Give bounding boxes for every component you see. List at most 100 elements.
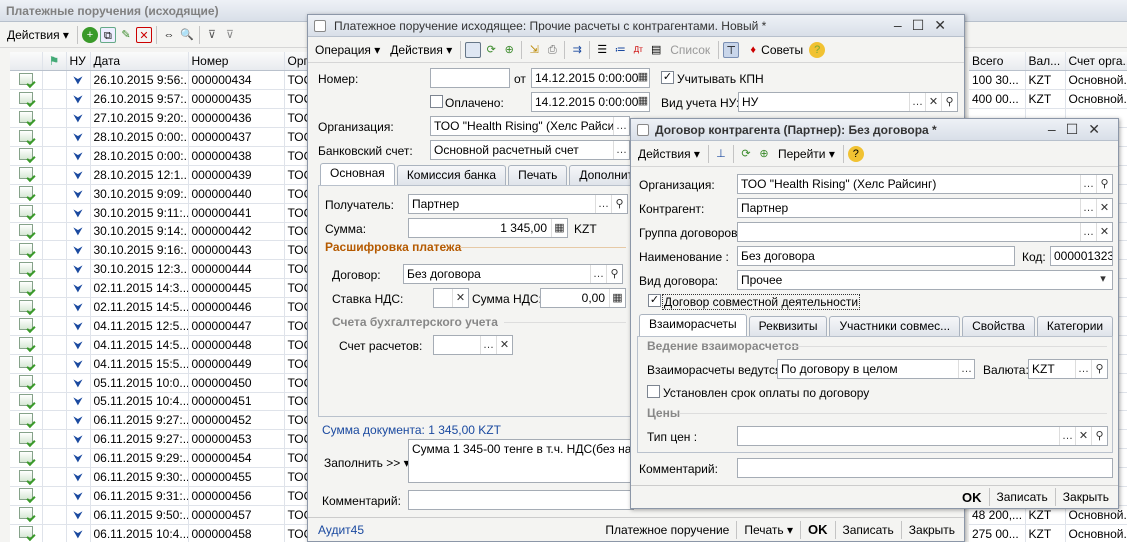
col-nu[interactable]: НУ [66, 52, 91, 72]
document-list[interactable]: ⚑ НУ Дата Номер Орг ⮟ 26.10.2015 9:56:...… [10, 52, 310, 542]
vat-rate-field[interactable]: ✕ [433, 288, 469, 308]
date-field[interactable]: 14.12.2015 0:00:00 [531, 68, 650, 88]
list-button[interactable]: Список [666, 40, 714, 60]
search-icon[interactable]: ⚲ [611, 195, 627, 213]
joint-checkbox[interactable]: ✓ [648, 294, 661, 307]
paid-checkbox[interactable] [430, 95, 443, 108]
delete-icon[interactable]: ✕ [135, 26, 152, 43]
currency-field[interactable]: KZT… ⚲ [1028, 359, 1108, 379]
contract-minimize-icon[interactable]: – [1048, 121, 1066, 137]
clear-icon[interactable]: ✕ [1075, 427, 1091, 445]
col-number[interactable]: Номер [188, 52, 285, 72]
recipient-field[interactable]: Партнер… ⚲ [408, 194, 628, 214]
add-icon[interactable]: + [81, 26, 98, 43]
table-row[interactable]: ⮟06.11.2015 9:31:...000000456ТОО [10, 486, 310, 506]
help-icon[interactable]: ? [809, 41, 826, 58]
select-icon[interactable]: … [480, 336, 496, 354]
select-icon[interactable]: … [1059, 427, 1075, 445]
table-row[interactable]: ⮟06.11.2015 9:29:...000000454ТОО [10, 448, 310, 469]
table-row[interactable]: ⮟06.11.2015 9:50:...000000457ТОО [10, 505, 310, 525]
clear-icon[interactable]: ✕ [1096, 199, 1112, 217]
clear-icon[interactable]: ✕ [452, 289, 468, 307]
table-row[interactable]: ⮟04.11.2015 12:5...000000447ТОО [10, 316, 310, 336]
search-icon[interactable]: ⚲ [1096, 175, 1112, 193]
contract-field[interactable]: Без договора… ⚲ [403, 264, 623, 284]
clear-icon[interactable]: ✕ [925, 93, 941, 111]
select-icon[interactable]: … [909, 93, 925, 111]
edit-icon[interactable]: ✎ [118, 27, 134, 43]
find-icon[interactable]: 🔍 [179, 27, 195, 43]
operation-menu[interactable]: Операция ▾ [311, 40, 384, 60]
filter-off-icon[interactable]: ⊽ [222, 27, 238, 43]
pin-icon[interactable]: ⊤ [723, 41, 740, 58]
tab-main[interactable]: Основная [320, 163, 395, 185]
payment-actions-menu[interactable]: Действия ▾ [386, 40, 456, 60]
select-icon[interactable]: … [590, 265, 606, 283]
c-org-field[interactable]: ТОО "Health Rising" (Хелс Райсинг)… ⚲ [737, 174, 1113, 194]
table-row[interactable]: ⮟28.10.2015 0:00:...000000437ТОО [10, 127, 310, 147]
paid-date-field[interactable]: 14.12.2015 0:00:00 [531, 92, 650, 112]
table-row[interactable]: ⮟26.10.2015 9:56:...000000434ТОО [10, 70, 310, 91]
goto-icon[interactable]: ⇔ [161, 27, 177, 43]
select-icon[interactable]: … [1080, 223, 1096, 241]
list-view-icon[interactable]: ☰ [594, 42, 610, 58]
calendar-icon[interactable]: ▦ [635, 70, 651, 86]
save-button[interactable]: Записать [838, 523, 899, 537]
based-on-icon[interactable]: ⇲ [526, 42, 542, 58]
vat-sum-field[interactable]: 0,00 ▦ [540, 288, 626, 308]
table-row[interactable]: ⮟04.11.2015 15:5...000000449ТОО [10, 354, 310, 374]
tab-categories[interactable]: Категории [1036, 316, 1114, 336]
print-menu[interactable]: Печать ▾ [739, 523, 798, 537]
list-actions-menu[interactable]: Действия ▾ [3, 25, 73, 45]
col-account[interactable]: Счет орга... [1065, 52, 1127, 72]
table-row[interactable]: ⮟30.10.2015 9:09:...000000440ТОО [10, 184, 310, 204]
tab-settlements[interactable]: Взаиморасчеты [639, 314, 747, 336]
table-row[interactable]: ⮟26.10.2015 9:57:...000000435ТОО [10, 89, 310, 110]
number-field[interactable] [430, 68, 510, 88]
table-row[interactable]: ⮟06.11.2015 9:30:...000000455ТОО [10, 467, 310, 487]
search-icon[interactable]: ⚲ [606, 265, 622, 283]
bank-field[interactable]: Основной расчетный счет… [430, 140, 630, 160]
purpose-field[interactable]: Сумма 1 345-00 тенге в т.ч. НДС(без нало… [408, 439, 634, 483]
tab-properties[interactable]: Свойства [962, 316, 1035, 336]
table-row[interactable]: ⮟05.11.2015 10:4...000000451ТОО [10, 392, 310, 412]
table-row[interactable]: 275 00...KZTОсновной... [969, 524, 1127, 542]
table-row[interactable]: ⮟30.10.2015 12:3...000000444ТОО [10, 259, 310, 280]
tab-bank-fee[interactable]: Комиссия банка [396, 165, 507, 185]
table-row[interactable]: ⮟06.11.2015 10:4...000000458ТОО [10, 524, 310, 542]
select-icon[interactable]: … [958, 360, 974, 378]
table-row[interactable]: ⮟30.10.2015 9:11:...000000441ТОО [10, 203, 310, 223]
contract-close-icon[interactable]: ✕ [1088, 121, 1110, 137]
c-code-field[interactable]: 000001323 [1050, 246, 1113, 266]
table-row[interactable]: ⮟30.10.2015 9:14:...000000442ТОО [10, 222, 310, 242]
settle-account-field[interactable]: … ✕ [433, 335, 513, 355]
table-row[interactable]: ⮟02.11.2015 14:3...000000445ТОО [10, 278, 310, 299]
search-icon[interactable]: ⚲ [941, 93, 957, 111]
select-icon[interactable]: … [613, 141, 629, 159]
comment-field[interactable] [408, 490, 634, 510]
c-comment-field[interactable] [737, 458, 1113, 478]
contract-refresh-icon[interactable]: ⟳ [738, 146, 754, 162]
search-icon[interactable]: ⚲ [1091, 360, 1107, 378]
tab-requisites[interactable]: Реквизиты [748, 316, 828, 336]
close-button[interactable]: Закрыть [904, 523, 960, 537]
refresh-icon[interactable]: ⟳ [483, 42, 499, 58]
contract-maximize-icon[interactable]: ☐ [1066, 121, 1089, 137]
contract-help-icon[interactable]: ? [847, 145, 864, 162]
minimize-icon[interactable]: – [894, 17, 912, 33]
print-icon[interactable]: ⎙ [544, 42, 560, 58]
report-icon[interactable]: ▤ [648, 42, 664, 58]
clear-icon[interactable]: ✕ [496, 336, 512, 354]
select-icon[interactable]: … [1080, 199, 1096, 217]
doc-print-button[interactable]: Платежное поручение [600, 523, 734, 537]
sum-field[interactable]: 1 345,00 ▦ [408, 218, 568, 238]
filter-icon[interactable]: ⊽ [204, 27, 220, 43]
c-kind-dropdown-icon[interactable]: ▾ [1095, 272, 1111, 288]
col-total[interactable]: Всего [969, 52, 1026, 72]
table-row[interactable]: ⮟28.10.2015 0:00:...000000438ТОО [10, 146, 310, 166]
select-icon[interactable]: … [613, 117, 629, 135]
c-save-button[interactable]: Записать [992, 490, 1053, 504]
ok-button[interactable]: OK [803, 522, 833, 537]
details-icon[interactable]: ≔ [612, 42, 628, 58]
table-row[interactable]: ⮟05.11.2015 10:0...000000450ТОО [10, 373, 310, 393]
